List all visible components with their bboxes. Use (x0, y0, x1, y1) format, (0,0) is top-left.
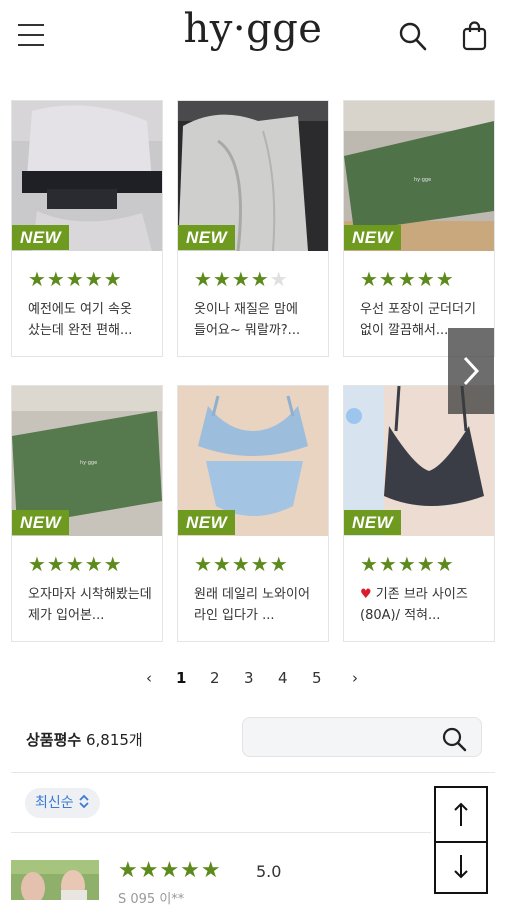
pagination-prev[interactable]: ‹ (146, 669, 152, 687)
page-1[interactable]: 1 (176, 669, 186, 687)
review-snippet: 예전에도 여기 속옷 샀는데 완전 편해... (28, 302, 133, 338)
review-snippet: ♥ 기존 브라 사이즈(80A)/ 적혀... (360, 584, 484, 626)
photo-review-card[interactable]: NEW ★★★★★ ♥ 기존 브라 사이즈(80A)/ 적혀... (343, 385, 495, 642)
search-icon[interactable] (441, 726, 467, 752)
review-rating-stars: ★★★★★ (118, 858, 222, 883)
page-5[interactable]: 5 (312, 669, 322, 687)
sort-label: 최신순 (35, 795, 74, 811)
review-meta: S 095 이** (118, 892, 185, 907)
rating-stars: ★★★★★ (360, 552, 455, 576)
chevron-right-icon[interactable] (448, 328, 494, 414)
rating-stars: ★★★★★ (194, 552, 289, 576)
review-thumbnail[interactable] (11, 860, 99, 900)
review-snippet: 원래 데일리 노와이어 라인 입다가 ... (194, 587, 310, 623)
rating-stars: ★★★★★ (28, 267, 123, 291)
new-badge: NEW (12, 510, 70, 535)
page-4[interactable]: 4 (278, 669, 288, 687)
rating-star-empty: ★ (269, 267, 289, 291)
sort-updown-icon (79, 794, 89, 809)
heart-icon: ♥ (360, 587, 372, 602)
arrow-down-icon[interactable] (436, 841, 486, 895)
photo-review-card[interactable]: hy·gge NEW ★★★★★ 오자마자 시착해봤는데 제가 입어본... (11, 385, 163, 642)
rating-stars: ★★★★★ (360, 267, 455, 291)
sort-dropdown[interactable]: 최신순 (25, 788, 101, 818)
review-count-value: 6,815개 (85, 731, 143, 749)
svg-text:hy·gge: hy·gge (80, 460, 97, 466)
shopping-bag-icon[interactable] (460, 20, 490, 52)
review-snippet-text: 기존 브라 사이즈(80A)/ 적혀... (360, 587, 468, 623)
review-snippet: 오자마자 시착해봤는데 제가 입어본... (28, 587, 152, 623)
svg-text:hy·gge: hy·gge (414, 177, 431, 183)
scroll-buttons (434, 786, 488, 894)
arrow-up-icon[interactable] (436, 788, 486, 840)
review-snippet: 옷이나 재질은 맘에 들어요~ 뭐랄까?... (194, 302, 301, 338)
brand-logo[interactable]: hy·gge (0, 6, 506, 52)
divider (11, 772, 495, 773)
pagination: ‹ 1 2 3 4 5 › (140, 669, 380, 691)
page-3[interactable]: 3 (244, 669, 254, 687)
app-header: hy·gge (0, 0, 506, 72)
divider (11, 832, 431, 833)
photo-review-card[interactable]: NEW ★★★★★ 예전에도 여기 속옷 샀는데 완전 편해... (11, 100, 163, 357)
photo-review-card[interactable]: NEW ★★★★★ 원래 데일리 노와이어 라인 입다가 ... (177, 385, 329, 642)
photo-review-card[interactable]: NEW ★★★★★ 옷이나 재질은 맘에 들어요~ 뭐랄까?... (177, 100, 329, 357)
rating-stars: ★★★★★ (194, 267, 289, 291)
new-badge: NEW (344, 225, 402, 250)
new-badge: NEW (12, 225, 70, 250)
new-badge: NEW (344, 510, 402, 535)
review-score: 5.0 (256, 862, 282, 881)
new-badge: NEW (178, 225, 236, 250)
search-icon[interactable] (398, 20, 428, 52)
rating-stars-filled: ★★★★ (194, 267, 270, 291)
review-search-box (242, 717, 482, 757)
rating-stars: ★★★★★ (28, 552, 123, 576)
new-badge: NEW (178, 510, 236, 535)
review-count: 상품평수 6,815개 (26, 729, 143, 750)
page-2[interactable]: 2 (210, 669, 220, 687)
review-count-label: 상품평수 (26, 731, 82, 749)
review-search-input[interactable] (255, 727, 429, 749)
photo-review-card[interactable]: hy·gge NEW ★★★★★ 우선 포장이 군더더기 없이 깔끔해서... (343, 100, 495, 357)
pagination-next[interactable]: › (352, 669, 358, 687)
